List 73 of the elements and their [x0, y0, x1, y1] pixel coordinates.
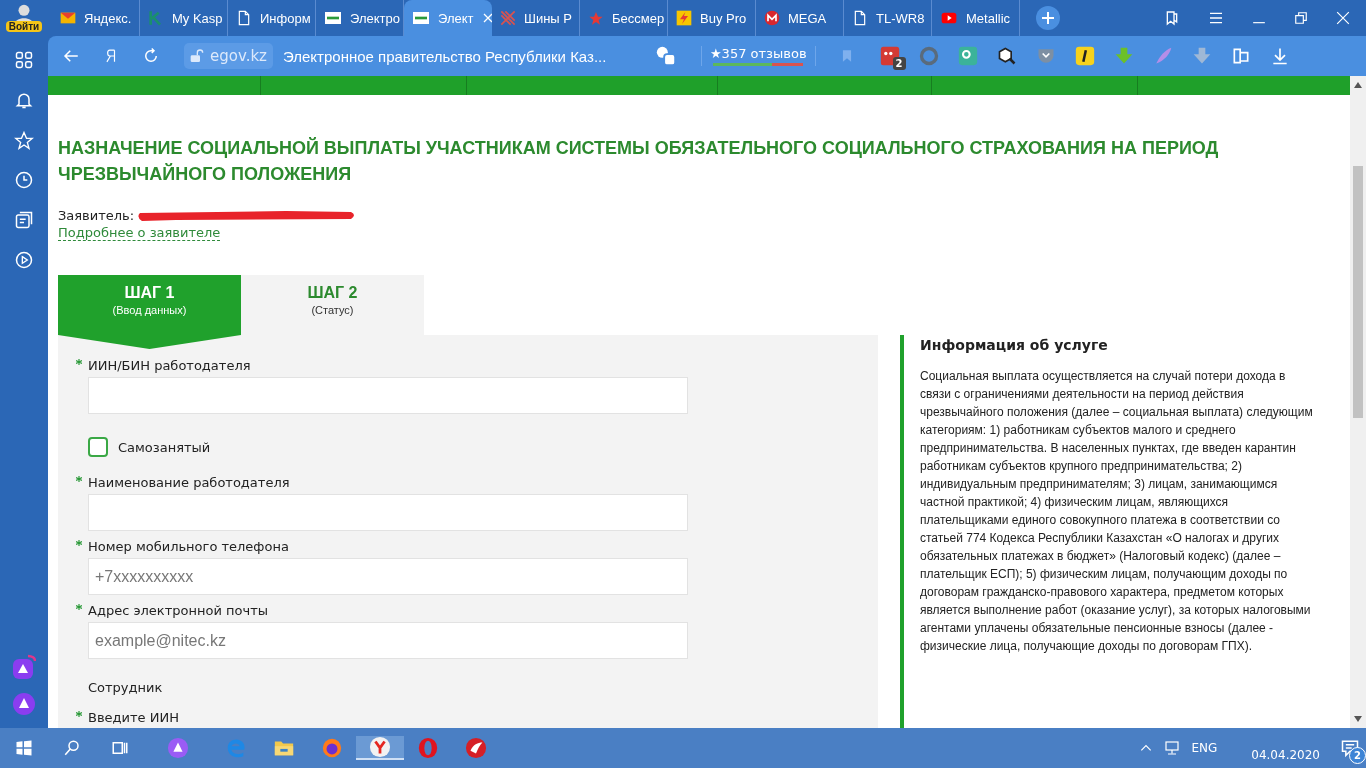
close-icon[interactable]	[481, 12, 492, 24]
menu-icon[interactable]	[1208, 10, 1224, 26]
assistant-icon[interactable]	[167, 737, 189, 759]
bolt-icon	[676, 10, 692, 26]
field-label: Наименование работодателя	[88, 474, 290, 490]
back-icon[interactable]	[62, 47, 80, 65]
play-icon[interactable]	[14, 250, 34, 270]
login-button[interactable]: Войти	[5, 3, 43, 32]
date-label[interactable]: 04.04.2020	[1251, 748, 1320, 762]
browser-tab[interactable]: Элект	[404, 0, 492, 36]
slash-logo-icon[interactable]	[1074, 46, 1095, 66]
assistant-icon[interactable]	[12, 654, 36, 680]
circle-logo-icon	[764, 10, 780, 26]
new-tab-icon[interactable]	[1036, 6, 1060, 30]
applicant-label: Заявитель:	[58, 207, 135, 223]
document-icon	[852, 10, 868, 26]
star-icon[interactable]	[14, 130, 34, 150]
field-label: Адрес электронной почты	[88, 602, 268, 618]
restore-icon[interactable]	[1294, 11, 1308, 25]
network-icon[interactable]	[1163, 740, 1182, 756]
reload-icon[interactable]	[142, 47, 160, 65]
gear-icon[interactable]	[957, 46, 978, 66]
page-title: Электронное правительство Республики Каз...	[282, 47, 608, 65]
step-tab[interactable]: ШАГ 2 (Статус)	[241, 275, 424, 335]
page-heading: НАЗНАЧЕНИЕ СОЦИАЛЬНОЙ ВЫПЛАТЫ УЧАСТНИКАМ СИСТЕМЫ ОБЯЗАТЕЛЬНОГО СОЦИАЛЬНОГО СТРАХОВАНИЯ НА ПЕРИОД ЧРЕЗВЫЧАЙНОГО ПОЛОЖЕНИЯ	[58, 136, 1220, 186]
scroll-down-icon[interactable]	[1354, 716, 1362, 722]
input-field[interactable]	[88, 494, 688, 531]
language-indicator[interactable]: ENG	[1191, 741, 1218, 755]
apps-icon[interactable]	[14, 50, 34, 70]
section-label: Сотрудник	[88, 680, 164, 695]
field-label: ИИН/БИН работодателя	[88, 357, 251, 373]
dots-icon[interactable]	[879, 46, 900, 66]
logo-icon	[324, 10, 342, 26]
protect-icon[interactable]	[654, 45, 677, 67]
fox-icon[interactable]	[321, 737, 343, 759]
lock-icon[interactable]	[188, 48, 204, 64]
applicant-details-link[interactable]: Подробнее о заявителе	[58, 225, 221, 241]
field-label: Номер мобильного телефона	[88, 538, 289, 554]
search-icon[interactable]	[63, 739, 81, 757]
input-field[interactable]	[88, 377, 688, 414]
envelope-icon	[60, 10, 76, 26]
document-icon	[236, 10, 252, 26]
play-icon	[940, 10, 958, 26]
windows-icon[interactable]	[15, 739, 33, 757]
checkbox[interactable]	[88, 437, 108, 457]
checkbox-label: Самозанятый	[118, 439, 211, 455]
cube-search-icon[interactable]	[996, 46, 1017, 66]
input-field[interactable]: example@nitec.kz	[88, 622, 688, 659]
count-badge: 2	[892, 57, 906, 70]
input-field[interactable]: +7xxxxxxxxxx	[88, 558, 688, 595]
info-title: Информация об услуге	[920, 337, 1109, 353]
game-icon[interactable]	[465, 737, 487, 759]
reviews-button[interactable]: ★357 отзывов	[700, 46, 816, 66]
info-text: Социальная выплата осуществляется на случай потери дохода в связи с ограничениями деятельности на период действия чрезвычайного положения (далее – социальная выплата) следующим категориям: 1) работникам субъектов малого и среднего предпринимательства. В населенных пунктах, где введен карантин работникам субъектов крупного предпринимательства; 2) индивидуальным предпринимателям; 3) лицам, занимающимся частной практикой; 4) физическим лицам, являющихся плательщиками единого совокупного платежа в соответствии со статьей 774 Кодекса Республики Казахстан «О налогах и других обязательных платежах в бюджет» (Налоговый кодекс) (далее – плательщик ЕСП); 5) физическим лицам, получающим доходы по договорам гражданско-правового характера, предметом которых является выполнение работ (оказание услуг), за которых налоговыми агентами уплачены обязательные пенсионные взносы (далее - физические лица, получающие доходы по договорам ГПХ).	[920, 368, 1314, 655]
home-logo-icon[interactable]	[104, 47, 118, 65]
scroll-up-icon[interactable]	[1354, 82, 1362, 88]
star-icon	[588, 10, 604, 26]
logo-icon	[412, 10, 430, 26]
clock-icon[interactable]	[14, 170, 34, 190]
scroll-thumb[interactable]	[1353, 166, 1363, 418]
assistant-icon[interactable]	[12, 692, 36, 716]
count-badge: 2	[1349, 747, 1366, 764]
stripes-icon	[500, 10, 516, 26]
browser-icon[interactable]	[369, 736, 391, 758]
login-label[interactable]: Войти	[5, 21, 43, 32]
scrollbar[interactable]	[1350, 76, 1366, 728]
step-tab[interactable]: ШАГ 1 (Ввод данных)	[58, 275, 241, 349]
collections-icon[interactable]	[14, 210, 34, 230]
close-icon[interactable]	[1336, 11, 1350, 25]
task-view-icon[interactable]	[111, 739, 129, 757]
field-label: Введите ИИН	[88, 709, 179, 725]
notifications-icon[interactable]	[1340, 738, 1360, 758]
bookmarks-icon[interactable]	[1164, 10, 1180, 26]
